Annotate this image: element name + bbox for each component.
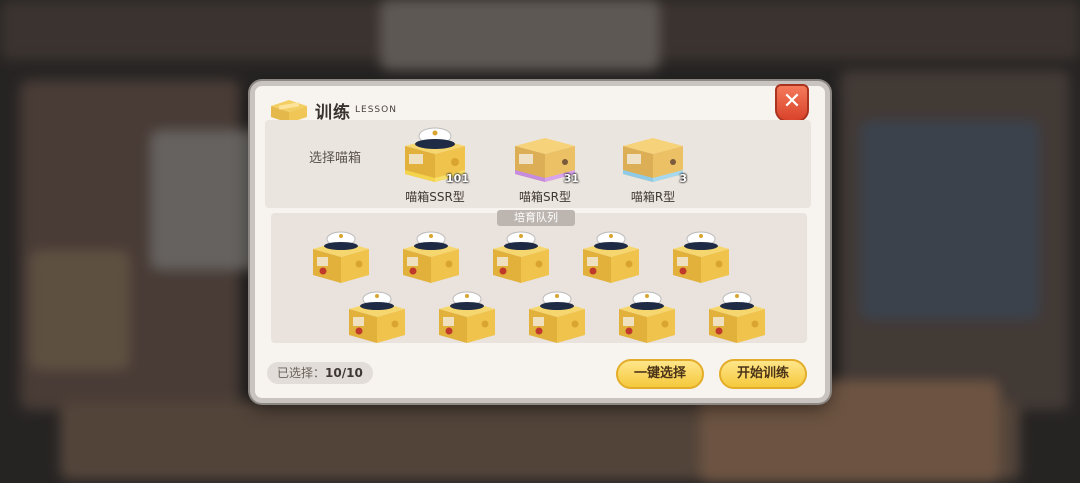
training-dialog: 训练 LESSON ✕ 选择喵箱 101 喵箱SSR型 31 喵箱SR型 3 喵…: [250, 81, 830, 403]
queue-item[interactable]: [433, 287, 501, 347]
queue-item[interactable]: [667, 227, 735, 287]
queue-item[interactable]: [523, 287, 591, 347]
ssr-box-icon: [439, 291, 495, 343]
close-button[interactable]: ✕: [775, 84, 809, 122]
selected-count: 已选择：10/10: [267, 362, 373, 384]
ssr-box-icon: [529, 291, 585, 343]
select-box-label: 选择喵箱: [309, 151, 362, 166]
queue-item[interactable]: [613, 287, 681, 347]
selected-label: 已选择：: [277, 366, 326, 380]
ssr-label: 喵箱SSR型: [405, 190, 465, 204]
auto-select-button[interactable]: 一键选择: [616, 359, 704, 389]
queue-item[interactable]: [487, 227, 555, 287]
queue-item[interactable]: [307, 227, 375, 287]
box-type-r[interactable]: 3 喵箱R型: [613, 124, 693, 204]
queue-item[interactable]: [343, 287, 411, 347]
queue-item[interactable]: [397, 227, 465, 287]
queue-item[interactable]: [577, 227, 645, 287]
ssr-count: 101: [446, 172, 469, 185]
ssr-box-icon: [403, 231, 459, 283]
close-icon: ✕: [782, 89, 802, 114]
dialog-subtitle: LESSON: [355, 105, 397, 115]
ssr-box-icon: [583, 231, 639, 283]
ssr-box-icon: [349, 291, 405, 343]
training-queue: 培育队列: [271, 210, 807, 343]
start-training-button[interactable]: 开始训练: [719, 359, 807, 389]
ssr-box-icon: [673, 231, 729, 283]
selected-value: 10/10: [325, 366, 363, 380]
box-type-ssr[interactable]: 101 喵箱SSR型: [395, 124, 475, 204]
ssr-box-icon: [313, 231, 369, 283]
box-select-panel: 选择喵箱 101 喵箱SSR型 31 喵箱SR型 3 喵箱R型: [265, 120, 811, 208]
ssr-box-icon: [619, 291, 675, 343]
sr-count: 31: [563, 172, 579, 185]
r-label: 喵箱R型: [630, 190, 676, 204]
ssr-box-icon: [493, 231, 549, 283]
ssr-box-icon: [709, 291, 765, 343]
queue-label: 培育队列: [497, 210, 575, 226]
sr-label: 喵箱SR型: [519, 190, 571, 204]
queue-item[interactable]: [703, 287, 771, 347]
box-type-sr[interactable]: 31 喵箱SR型: [505, 124, 585, 204]
r-count: 3: [679, 172, 687, 185]
